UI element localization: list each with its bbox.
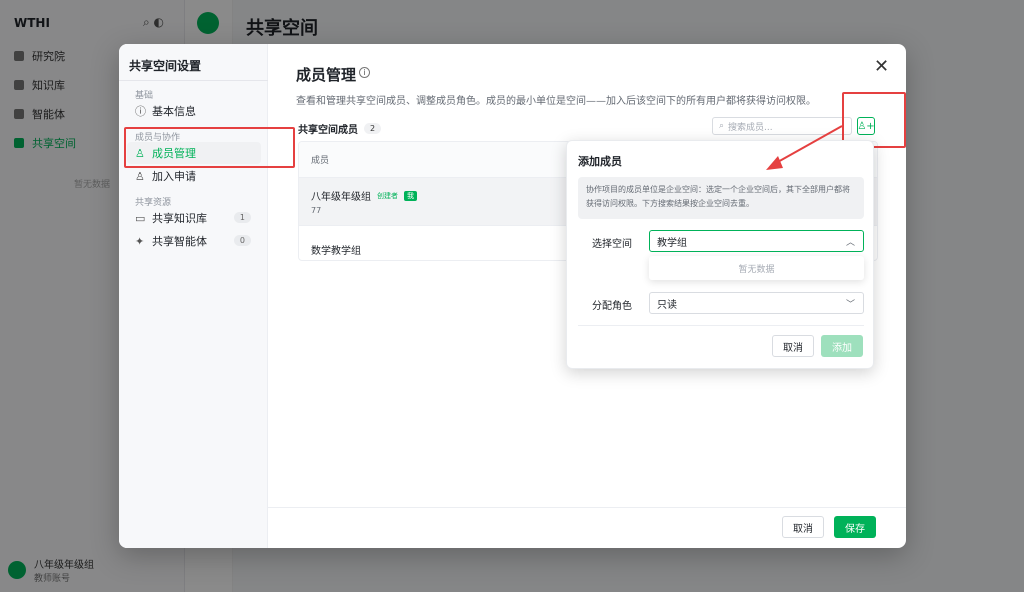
- member-count-badge: 2: [364, 123, 382, 134]
- save-button[interactable]: 保存: [834, 516, 876, 538]
- count-badge: 1: [233, 212, 251, 223]
- chevron-down-icon: ﹀: [845, 300, 855, 310]
- close-button[interactable]: ✕: [874, 58, 889, 76]
- chevron-up-icon: ︿: [845, 238, 855, 248]
- member-search-input[interactable]: ⌕ 搜索成员...: [712, 117, 852, 135]
- divider: [578, 325, 864, 326]
- cancel-button[interactable]: 取消: [782, 516, 824, 538]
- creator-tag: 创建者: [377, 191, 398, 200]
- folder-icon: ▭: [135, 211, 146, 225]
- popover-add-button[interactable]: 添加: [821, 335, 863, 357]
- space-select[interactable]: 教学组 ︿: [649, 230, 864, 252]
- section-title: 共享空间成员 2: [298, 121, 382, 136]
- popover-note: 协作项目的成员单位是企业空间：选定一个企业空间后，其下全部用户都将获得访问权限。…: [578, 177, 864, 219]
- search-icon: ⌕: [719, 121, 725, 131]
- dropdown-empty-state: 暂无数据: [649, 256, 864, 280]
- add-member-popover: 添加成员 协作项目的成员单位是企业空间：选定一个企业空间后，其下全部用户都将获得…: [566, 140, 874, 369]
- annotation-highlight-sidebar: [124, 127, 295, 168]
- info-icon[interactable]: i: [359, 67, 370, 78]
- role-label: 分配角色: [592, 301, 632, 312]
- count-badge: 0: [233, 235, 251, 246]
- page-description: 查看和管理共享空间成员、调整成员角色。成员的最小单位是空间——加入后该空间下的所…: [296, 96, 816, 107]
- user-add-icon: ♙: [135, 169, 145, 183]
- popover-title: 添加成员: [578, 155, 622, 168]
- sidebar-item-shared-kb[interactable]: ▭ 共享知识库 1: [127, 207, 261, 229]
- modal-sidebar-title: 共享空间设置: [129, 59, 202, 73]
- sidebar-item-basic-info[interactable]: ⓘ 基本信息: [127, 100, 261, 122]
- page-title: 成员管理: [296, 66, 357, 84]
- popover-cancel-button[interactable]: 取消: [772, 335, 814, 357]
- space-label: 选择空间: [592, 239, 632, 250]
- modal-sidebar: 共享空间设置 基础 ⓘ 基本信息 成员与协作 ♙ 成员管理 ♙ 加入申请 共享资…: [119, 44, 268, 548]
- sidebar-item-join-requests[interactable]: ♙ 加入申请: [127, 165, 261, 187]
- info-icon: ⓘ: [135, 105, 146, 118]
- role-select[interactable]: 只读 ﹀: [649, 292, 864, 314]
- sparkle-icon: ✦: [135, 234, 145, 248]
- divider: [119, 80, 268, 81]
- divider: [268, 507, 906, 508]
- sidebar-item-shared-agent[interactable]: ✦ 共享智能体 0: [127, 230, 261, 252]
- me-tag: 我: [404, 190, 417, 201]
